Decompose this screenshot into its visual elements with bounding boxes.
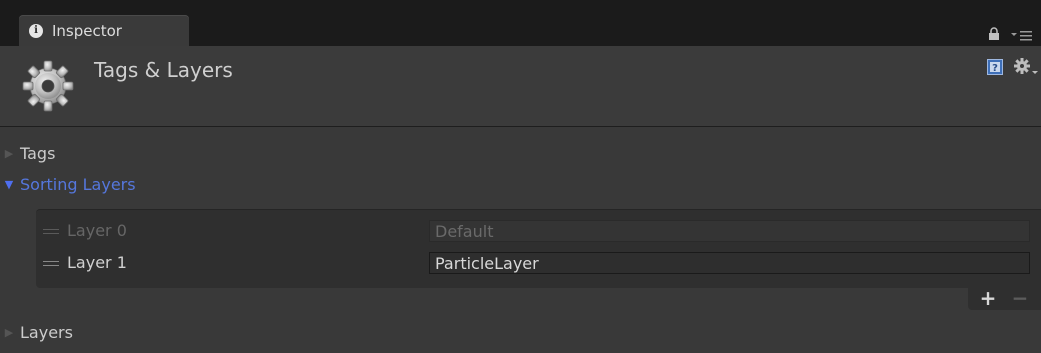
tab-menu-icon[interactable] xyxy=(1010,29,1034,41)
sorting-layers-list: Layer 0 Default Layer 1 ParticleLayer xyxy=(36,209,1041,288)
list-footer: + − xyxy=(968,287,1041,310)
drag-handle-icon[interactable] xyxy=(43,261,59,267)
inspector-header: Tags & Layers ? xyxy=(0,46,1041,127)
tab-bar: i Inspector xyxy=(0,0,1041,46)
inspector-body: ▶ Tags ▼ Sorting Layers Layer 0 Default La… xyxy=(0,127,1041,353)
settings-icon[interactable] xyxy=(1013,57,1039,77)
foldout-sorting-layers[interactable]: ▼ Sorting Layers xyxy=(0,174,136,196)
expanded-arrow-icon: ▼ xyxy=(4,178,14,191)
add-layer-button[interactable]: + xyxy=(975,287,1001,310)
remove-layer-button[interactable]: − xyxy=(1007,287,1033,310)
collapsed-arrow-icon: ▶ xyxy=(4,326,14,339)
list-item: Layer 0 Default xyxy=(36,218,1041,244)
lock-icon[interactable] xyxy=(987,27,1001,41)
foldout-label: Sorting Layers xyxy=(20,175,136,194)
layer-name: Layer 1 xyxy=(67,253,127,272)
drag-handle-icon xyxy=(43,229,59,235)
page-title: Tags & Layers xyxy=(94,58,233,82)
collapsed-arrow-icon: ▶ xyxy=(4,147,14,160)
layer-name-field[interactable]: ParticleLayer xyxy=(429,252,1030,274)
foldout-tags[interactable]: ▶ Tags xyxy=(0,143,56,165)
info-icon: i xyxy=(29,24,43,38)
foldout-layers[interactable]: ▶ Layers xyxy=(0,322,73,344)
svg-text:?: ? xyxy=(992,63,998,74)
foldout-label: Tags xyxy=(20,144,56,163)
help-icon[interactable]: ? xyxy=(987,59,1003,75)
tab-inspector[interactable]: i Inspector xyxy=(19,15,189,46)
layer-name-field: Default xyxy=(429,220,1030,242)
foldout-label: Layers xyxy=(20,323,73,342)
layer-name: Layer 0 xyxy=(67,221,127,240)
tab-label: Inspector xyxy=(52,22,122,40)
inspector-window: i Inspector Tags & Layers ? ▶ Tags ▼ Sor… xyxy=(0,0,1041,353)
list-item[interactable]: Layer 1 ParticleLayer xyxy=(36,250,1041,276)
gear-icon xyxy=(22,60,74,112)
